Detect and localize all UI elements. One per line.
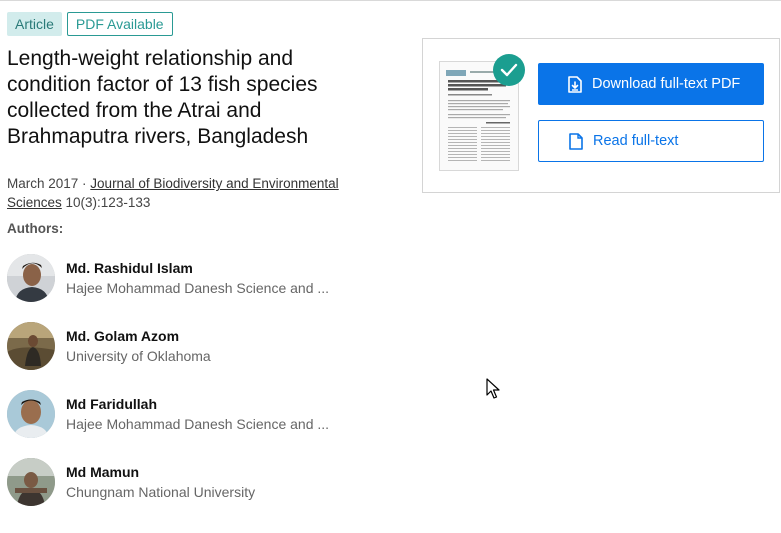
author-avatar[interactable] <box>7 322 55 370</box>
full-text-panel: Download full-text PDF Read full-text <box>422 38 780 193</box>
author-avatar[interactable] <box>7 458 55 506</box>
check-icon <box>493 54 525 86</box>
author-name[interactable]: Md. Rashidul Islam <box>66 260 193 276</box>
download-pdf-label: Download full-text PDF <box>592 76 741 92</box>
volume-pages: 10(3):123-133 <box>61 195 151 210</box>
author-avatar[interactable] <box>7 254 55 302</box>
author-name[interactable]: Md. Golam Azom <box>66 328 179 344</box>
pdf-available-badge: PDF Available <box>66 12 173 36</box>
article-type-badge: Article <box>7 12 62 36</box>
badge-row: Article PDF Available <box>7 12 173 36</box>
author-affiliation: University of Oklahoma <box>66 348 211 364</box>
publication-title: Length-weight relationship and condition… <box>7 47 318 148</box>
mouse-pointer-icon <box>486 378 500 399</box>
publication-meta: March 2017 · Journal of Biodiversity and… <box>7 174 377 212</box>
top-divider <box>0 0 781 1</box>
author-item[interactable]: Md Mamun Chungnam National University <box>7 458 407 508</box>
publication-date: March 2017 <box>7 176 79 191</box>
read-full-text-button[interactable]: Read full-text <box>538 120 764 162</box>
author-affiliation: Hajee Mohammad Danesh Science and ... <box>66 416 330 432</box>
author-item[interactable]: Md. Golam Azom University of Oklahoma <box>7 322 407 372</box>
author-item[interactable]: Md. Rashidul Islam Hajee Mohammad Danesh… <box>7 254 407 304</box>
pdf-download-icon <box>568 75 582 93</box>
author-name[interactable]: Md Faridullah <box>66 396 157 412</box>
document-icon <box>569 132 583 150</box>
author-avatar[interactable] <box>7 390 55 438</box>
read-full-text-label: Read full-text <box>593 133 679 149</box>
authors-heading: Authors: <box>7 221 64 236</box>
author-affiliation: Hajee Mohammad Danesh Science and ... <box>66 280 330 296</box>
meta-separator: · <box>78 176 91 191</box>
author-item[interactable]: Md Faridullah Hajee Mohammad Danesh Scie… <box>7 390 407 440</box>
author-name[interactable]: Md Mamun <box>66 464 139 480</box>
download-pdf-button[interactable]: Download full-text PDF <box>538 63 764 105</box>
author-affiliation: Chungnam National University <box>66 484 256 500</box>
